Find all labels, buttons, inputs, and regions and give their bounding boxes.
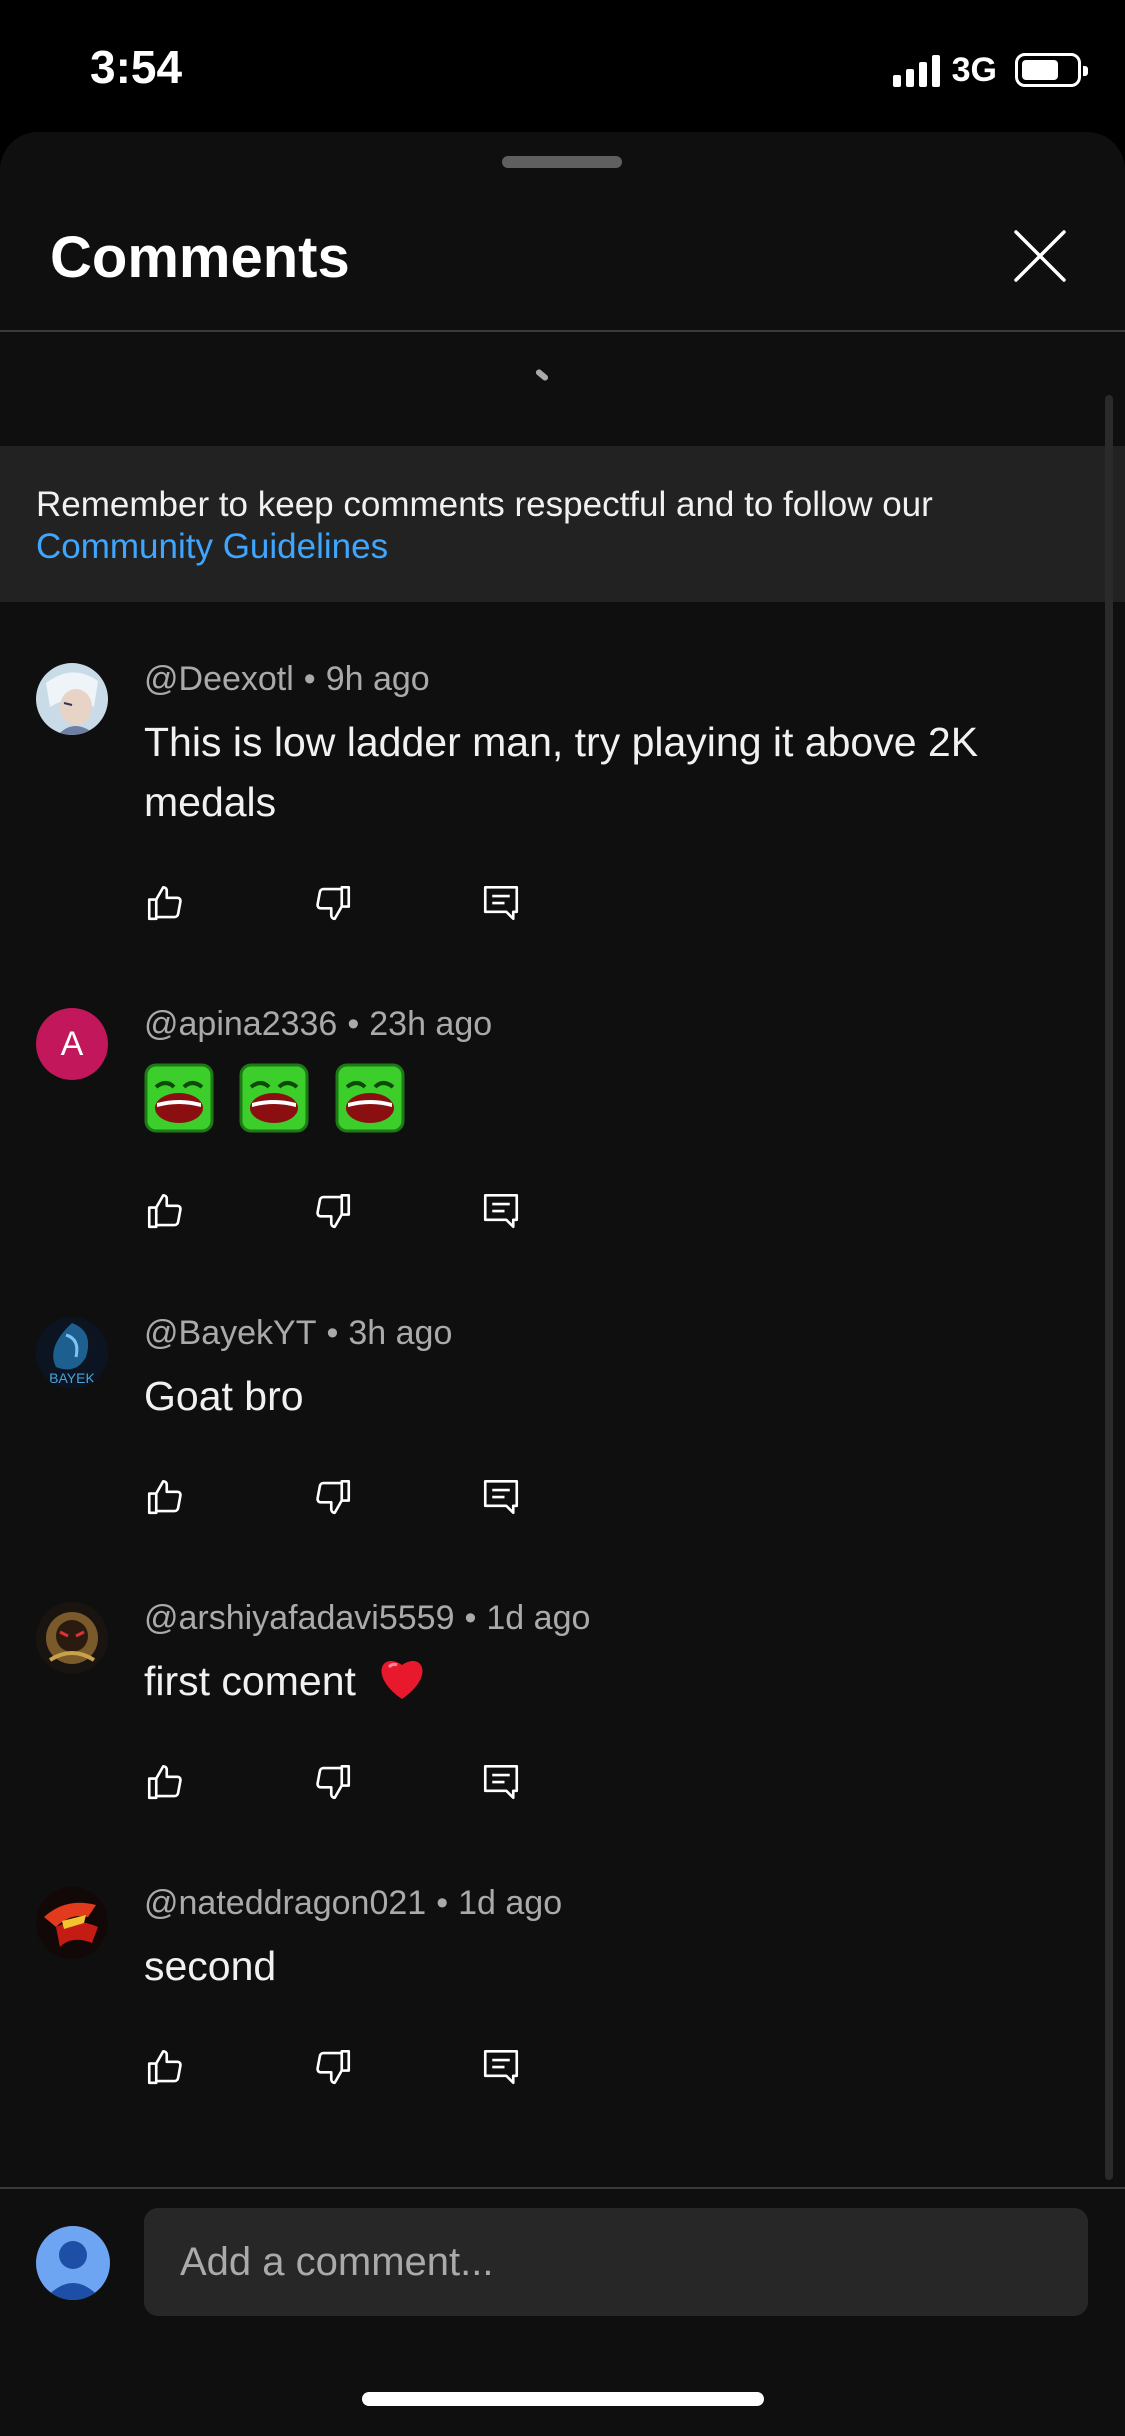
- svg-text:BAYEK: BAYEK: [49, 1370, 95, 1386]
- like-button[interactable]: [144, 1474, 312, 1520]
- laughing-green-emoji-icon: [144, 1063, 214, 1133]
- like-button[interactable]: [144, 1188, 312, 1234]
- sheet-title: Comments: [50, 225, 350, 290]
- reply-button[interactable]: [480, 1759, 648, 1805]
- add-comment-input[interactable]: [144, 2208, 1088, 2316]
- meta-separator: •: [303, 660, 316, 698]
- comment-time: 3h ago: [348, 1314, 453, 1352]
- comment-author[interactable]: @arshiyafadavi5559: [144, 1599, 454, 1637]
- reply-button[interactable]: [480, 1188, 648, 1234]
- thumbs-up-icon: [147, 885, 182, 921]
- thumbs-down-icon: [316, 1479, 351, 1515]
- comment-actions: [144, 1474, 648, 1520]
- comment-emojis: [144, 1063, 1064, 1139]
- avatar[interactable]: [36, 663, 108, 735]
- avatar[interactable]: A: [36, 1008, 108, 1080]
- meta-separator: •: [347, 1005, 360, 1043]
- close-icon: [1014, 230, 1066, 282]
- network-type: 3G: [951, 50, 997, 89]
- status-bar: 3:54 3G: [0, 0, 1125, 134]
- laughing-green-emoji-icon: [239, 1063, 309, 1133]
- comment-text: second: [144, 1943, 277, 1989]
- comment-meta: @apina2336 • 23h ago: [144, 1005, 492, 1044]
- thumbs-down-icon: [316, 885, 351, 921]
- reply-icon: [483, 1479, 519, 1515]
- comment-time: 1d ago: [458, 1884, 563, 1922]
- avatar[interactable]: [36, 1602, 108, 1674]
- reply-button[interactable]: [480, 2044, 648, 2090]
- reply-button[interactable]: [480, 1474, 648, 1520]
- reply-icon: [483, 2049, 519, 2085]
- comment-text: first coment: [144, 1658, 356, 1704]
- comment-meta: @BayekYT • 3h ago: [144, 1314, 452, 1353]
- heart-emoji-icon: [377, 1655, 427, 1717]
- thumbs-up-icon: [147, 2049, 182, 2085]
- header-divider: [0, 330, 1125, 332]
- home-indicator[interactable]: [362, 2392, 764, 2406]
- avatar[interactable]: [36, 1887, 108, 1959]
- reply-icon: [483, 885, 519, 921]
- reply-icon: [483, 1193, 519, 1229]
- thumbs-up-icon: [147, 1479, 182, 1515]
- thumbs-down-icon: [316, 2049, 351, 2085]
- thumbs-up-icon: [147, 1193, 182, 1229]
- comment-time: 9h ago: [325, 660, 430, 698]
- comment-text: Goat bro: [144, 1373, 304, 1419]
- comment-meta: @Deexotl • 9h ago: [144, 660, 430, 699]
- dislike-button[interactable]: [312, 880, 480, 926]
- battery-icon: [1015, 53, 1088, 87]
- avatar[interactable]: BAYEK: [36, 1317, 108, 1389]
- status-time: 3:54: [90, 41, 183, 93]
- community-guidelines-link[interactable]: Community Guidelines: [36, 526, 1089, 568]
- notice-text: Remember to keep comments respectful and…: [36, 485, 933, 524]
- drag-handle[interactable]: [502, 156, 622, 168]
- comment-text: This is low ladder man, try playing it a…: [144, 719, 979, 825]
- reply-icon: [483, 1764, 519, 1800]
- close-button[interactable]: [1010, 226, 1070, 286]
- user-avatar-icon: [36, 2226, 110, 2300]
- comment-actions: [144, 1759, 648, 1805]
- comment-text-row: first coment: [144, 1651, 1064, 1717]
- meta-separator: •: [464, 1599, 477, 1637]
- meta-separator: •: [326, 1314, 339, 1352]
- like-button[interactable]: [144, 880, 312, 926]
- thumbs-down-icon: [316, 1764, 351, 1800]
- comment-author[interactable]: @apina2336: [144, 1005, 337, 1043]
- like-button[interactable]: [144, 2044, 312, 2090]
- comment-actions: [144, 880, 648, 926]
- comment-author[interactable]: @BayekYT: [144, 1314, 316, 1352]
- signal-icon: [892, 53, 940, 87]
- dislike-button[interactable]: [312, 1188, 480, 1234]
- avatar-letter: A: [60, 1024, 84, 1063]
- guidelines-notice: Remember to keep comments respectful and…: [0, 446, 1125, 602]
- laughing-green-emoji-icon: [335, 1063, 405, 1133]
- dislike-button[interactable]: [312, 2044, 480, 2090]
- comment-actions: [144, 2044, 648, 2090]
- scrollbar[interactable]: [1105, 395, 1113, 2180]
- thumbs-up-icon: [147, 1764, 182, 1800]
- comment-author[interactable]: @Deexotl: [144, 660, 294, 698]
- dislike-button[interactable]: [312, 1474, 480, 1520]
- comment-meta: @nateddragon021 • 1d ago: [144, 1884, 562, 1923]
- comment-meta: @arshiyafadavi5559 • 1d ago: [144, 1599, 590, 1638]
- comment-author[interactable]: @nateddragon021: [144, 1884, 426, 1922]
- comment-actions: [144, 1188, 648, 1234]
- reply-button[interactable]: [480, 880, 648, 926]
- composer-divider: [0, 2187, 1125, 2189]
- meta-separator: •: [436, 1884, 449, 1922]
- comment-time: 1d ago: [486, 1599, 591, 1637]
- like-button[interactable]: [144, 1759, 312, 1805]
- thumbs-down-icon: [316, 1193, 351, 1229]
- comment-time: 23h ago: [369, 1005, 493, 1043]
- status-indicators: 3G: [892, 48, 1088, 92]
- dislike-button[interactable]: [312, 1759, 480, 1805]
